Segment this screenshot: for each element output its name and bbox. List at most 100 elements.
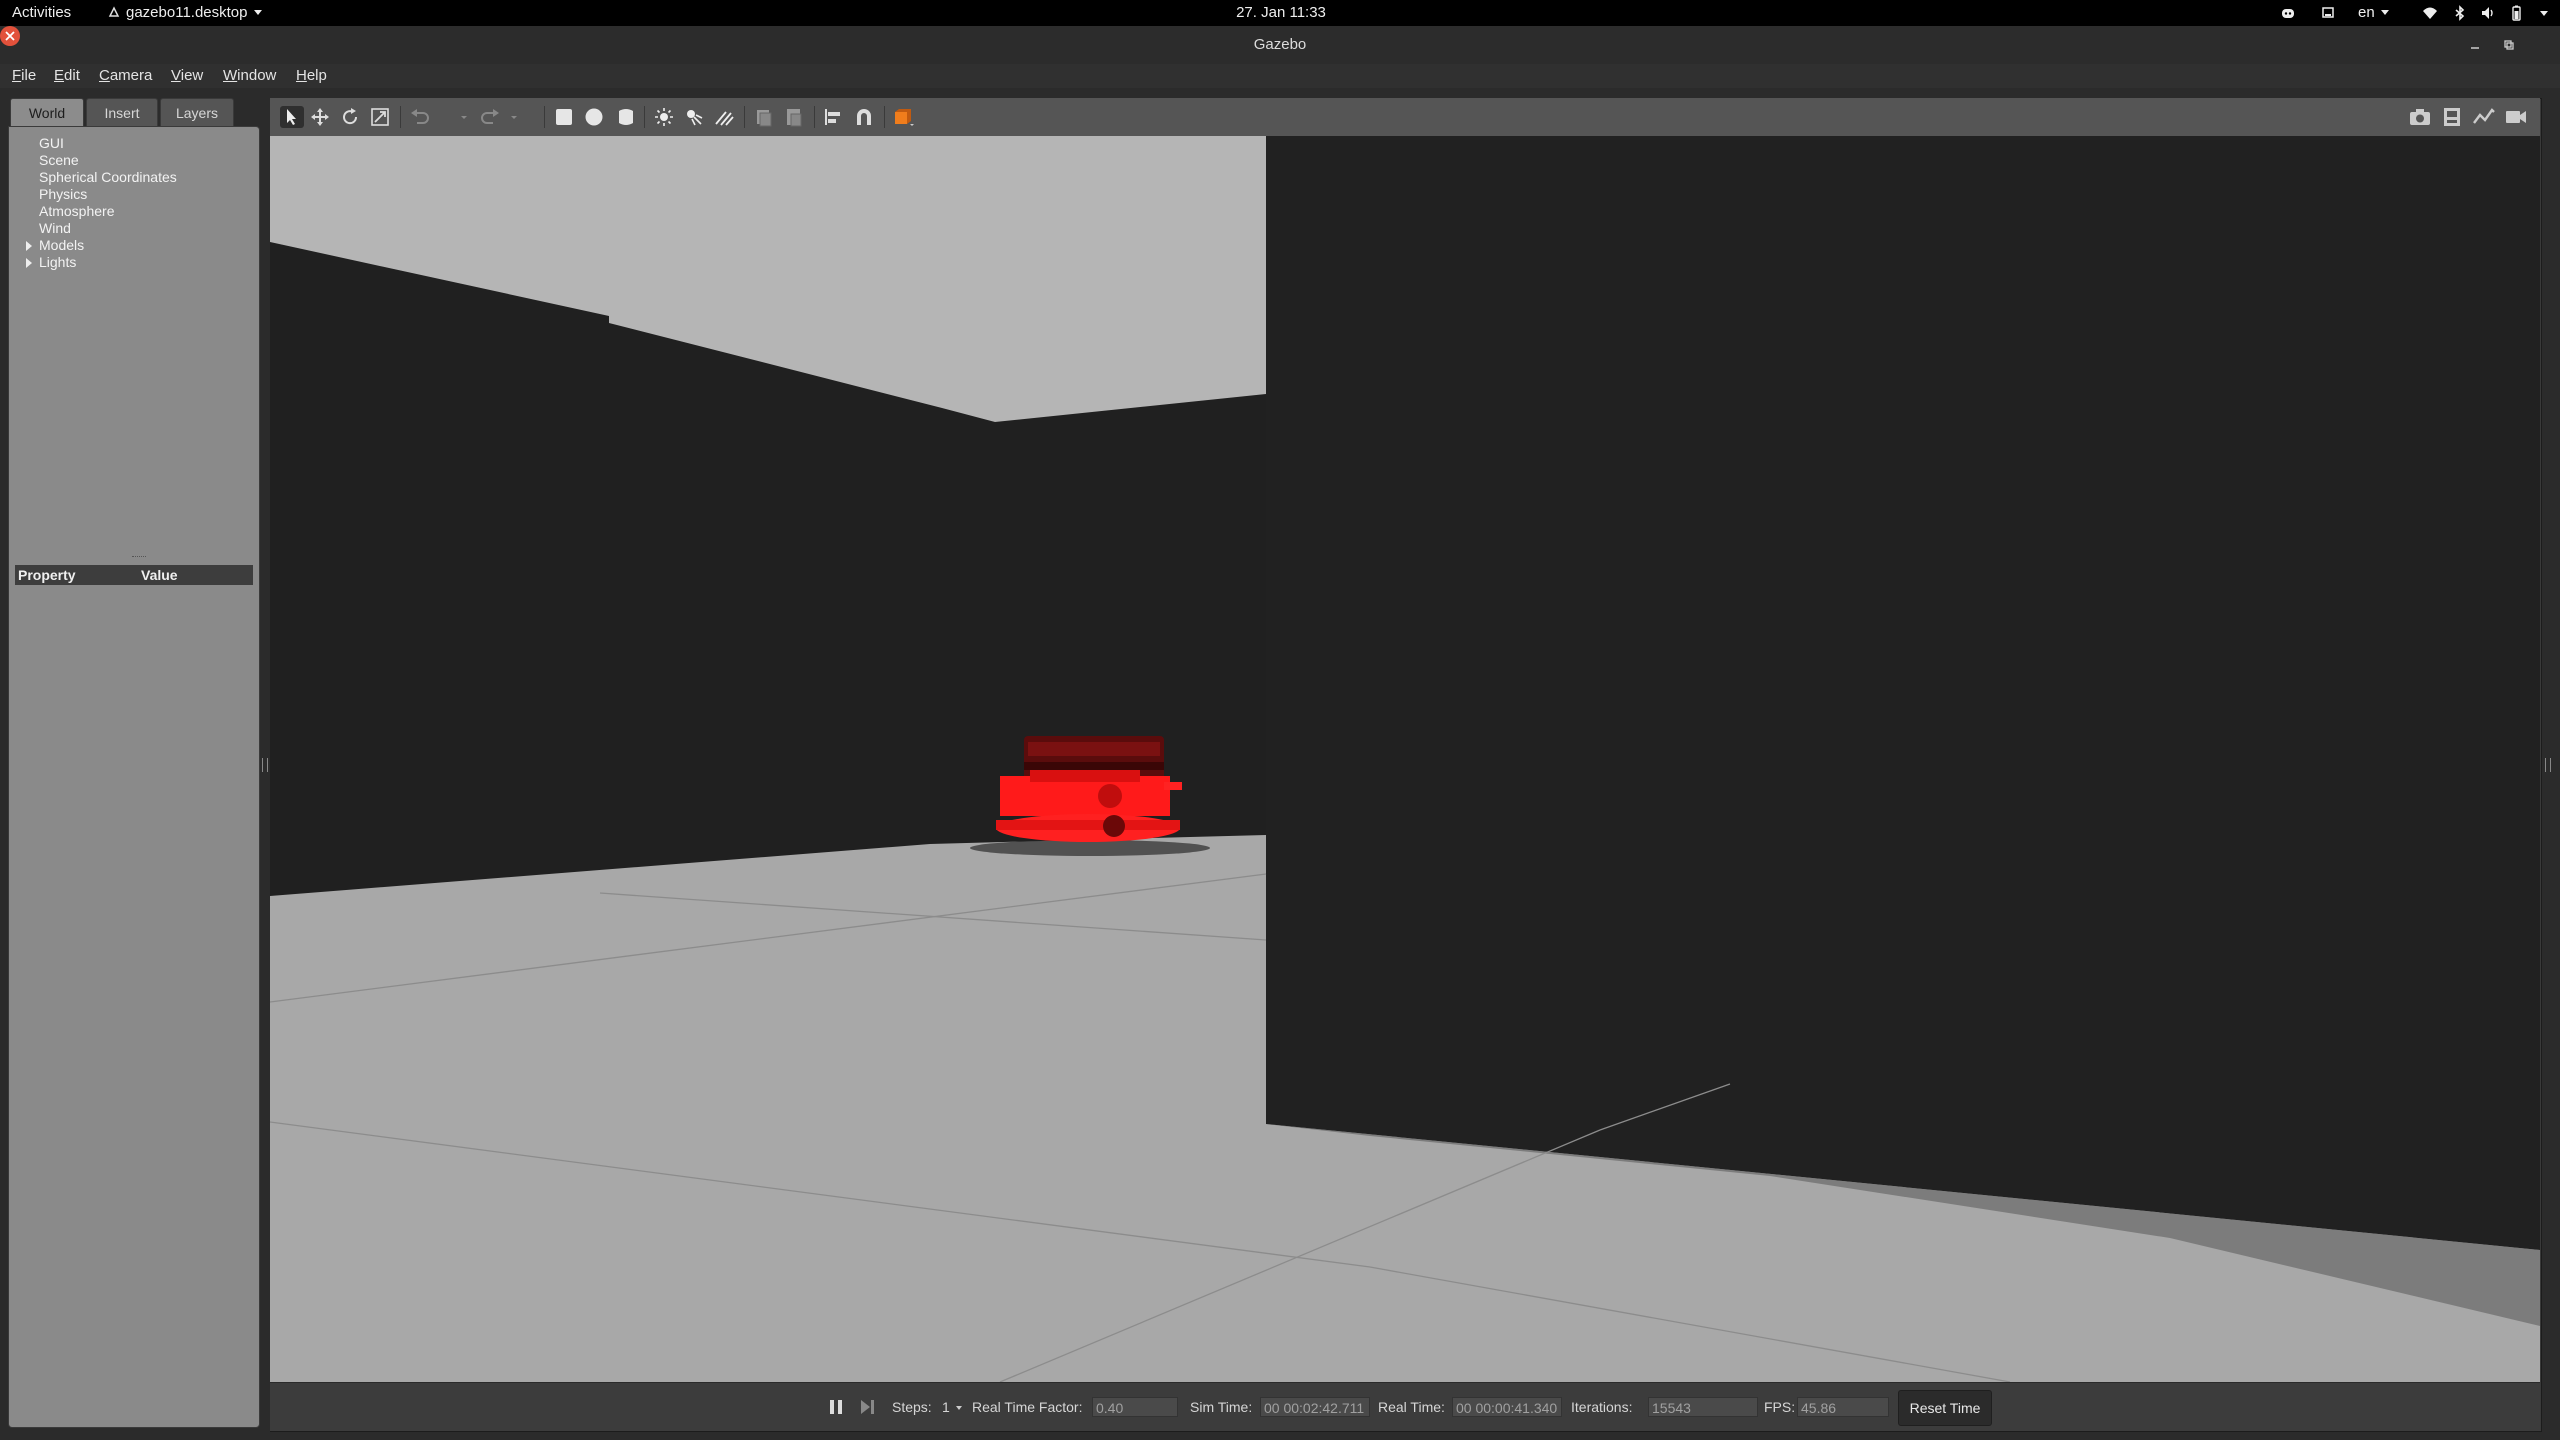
redo-history-icon[interactable] (508, 106, 520, 128)
activities-button[interactable]: Activities (12, 0, 71, 26)
menu-edit[interactable]: Edit (54, 64, 80, 88)
expand-arrow-icon[interactable] (26, 241, 32, 251)
tab-insert[interactable]: Insert (86, 98, 158, 127)
plot-icon[interactable] (2472, 106, 2496, 128)
pause-icon[interactable] (827, 1398, 845, 1416)
scale-mode-icon[interactable] (368, 106, 392, 128)
status-bar: Steps: 1 Real Time Factor: 0.40 Sim Time… (270, 1382, 2540, 1431)
cylinder-shape-icon[interactable] (614, 106, 638, 128)
bluetooth-icon[interactable] (2452, 5, 2468, 21)
tab-world[interactable]: World (10, 98, 84, 127)
system-top-bar: Activities gazebo11.desktop 27. Jan 11:3… (0, 0, 2560, 26)
select-mode-icon[interactable] (280, 106, 304, 128)
tree-item-atmosphere[interactable]: Atmosphere (17, 203, 257, 220)
window-titlebar[interactable]: Gazebo (0, 26, 2560, 65)
menu-file-label: ile (21, 67, 37, 84)
menu-file-mnemonic: F (12, 67, 22, 84)
tree-item-label: Scene (39, 152, 79, 168)
sphere-shape-icon[interactable] (582, 106, 606, 128)
volume-icon[interactable] (2480, 5, 2496, 21)
toolbar-separator (884, 106, 885, 128)
record-video-icon[interactable] (2504, 106, 2528, 128)
left-panel-resize-handle[interactable] (262, 758, 268, 772)
menu-window[interactable]: Window (223, 64, 276, 88)
rotate-mode-icon[interactable] (338, 106, 362, 128)
menu-file[interactable]: File (12, 64, 36, 88)
change-view-icon[interactable] (892, 106, 916, 128)
point-light-icon[interactable] (652, 106, 676, 128)
log-data-icon[interactable] (2440, 106, 2464, 128)
power-menu-icon[interactable] (2540, 11, 2548, 16)
tree-item-label: Models (39, 237, 85, 253)
fps-label: FPS: (1764, 1399, 1796, 1415)
chevron-down-icon (253, 10, 262, 15)
property-table-header: Property Value (15, 565, 253, 585)
steps-label: Steps: (892, 1399, 932, 1415)
box-shape-icon[interactable] (552, 106, 576, 128)
menu-edit-label: dit (64, 67, 80, 84)
tree-item-spherical-coordinates[interactable]: Spherical Coordinates (17, 169, 257, 186)
menu-view[interactable]: View (171, 64, 203, 88)
scene-viewport[interactable] (270, 136, 2540, 1382)
paste-icon[interactable] (782, 106, 806, 128)
directional-light-icon[interactable] (712, 106, 736, 128)
tree-item-lights[interactable]: Lights (17, 254, 257, 271)
snap-icon[interactable] (852, 106, 876, 128)
clock[interactable]: 27. Jan 11:33 (1236, 0, 1326, 26)
tree-item-physics[interactable]: Physics (17, 186, 257, 203)
left-panel: World Insert Layers GUI Scene Spherical … (8, 98, 260, 1428)
battery-icon[interactable] (2508, 5, 2524, 21)
menu-camera[interactable]: Camera (99, 64, 152, 88)
tree-item-scene[interactable]: Scene (17, 152, 257, 169)
screenshot-icon[interactable] (2408, 106, 2432, 128)
tree-item-wind[interactable]: Wind (17, 220, 257, 237)
spot-light-icon[interactable] (682, 106, 706, 128)
window-title: Gazebo (1253, 36, 1307, 53)
wifi-icon[interactable] (2422, 5, 2438, 21)
app-menu[interactable]: gazebo11.desktop (108, 0, 262, 26)
reset-time-button[interactable]: Reset Time (1898, 1390, 1992, 1426)
iterations-label: Iterations: (1571, 1399, 1633, 1415)
copy-icon[interactable] (752, 106, 776, 128)
discord-icon[interactable] (2280, 5, 2296, 21)
step-icon[interactable] (858, 1398, 876, 1416)
chevron-down-icon (2380, 10, 2389, 15)
redo-icon[interactable] (478, 106, 502, 128)
iterations-field: 15543 (1648, 1397, 1758, 1417)
tree-item-label: GUI (39, 135, 64, 151)
panel-splitter[interactable] (132, 556, 146, 559)
sim-time-label: Sim Time: (1190, 1399, 1253, 1415)
side-wall (1266, 136, 2540, 1250)
toolbar-separator (644, 106, 645, 128)
screen-share-icon[interactable] (2320, 5, 2336, 21)
align-icon[interactable] (822, 106, 846, 128)
maximize-icon[interactable] (2499, 36, 2517, 54)
scene-render[interactable] (270, 136, 2540, 1382)
robot-shadow (970, 840, 1210, 856)
minimize-icon[interactable] (2466, 36, 2484, 54)
tab-layers[interactable]: Layers (160, 98, 234, 127)
menu-edit-mnemonic: E (54, 67, 65, 84)
keyboard-layout-indicator[interactable]: en (2358, 0, 2389, 26)
property-column-header: Property (18, 567, 76, 583)
undo-icon[interactable] (408, 106, 432, 128)
sim-time-field: 00 00:02:42.711 (1260, 1397, 1370, 1417)
steps-value[interactable]: 1 (942, 1383, 950, 1431)
gazebo-app-icon (108, 6, 120, 17)
menu-help[interactable]: Help (296, 64, 327, 88)
steps-dropdown-icon[interactable] (956, 1406, 962, 1410)
fps-field: 45.86 (1797, 1397, 1889, 1417)
translate-mode-icon[interactable] (308, 106, 332, 128)
tree-item-label: Physics (39, 186, 88, 202)
real-time-field: 00 00:00:41.340 (1452, 1397, 1562, 1417)
expand-arrow-icon[interactable] (26, 258, 32, 268)
menu-bar: File Edit Camera View Window Help (0, 64, 2560, 88)
tree-item-models[interactable]: Models (17, 237, 257, 254)
menu-camera-label: amera (109, 67, 153, 84)
right-panel-resize-handle[interactable] (2545, 758, 2551, 772)
toolbar-separator (744, 106, 745, 128)
menu-help-label: elp (306, 67, 327, 84)
undo-history-icon[interactable] (458, 106, 470, 128)
value-column-header: Value (141, 567, 178, 583)
tree-item-gui[interactable]: GUI (17, 135, 257, 152)
